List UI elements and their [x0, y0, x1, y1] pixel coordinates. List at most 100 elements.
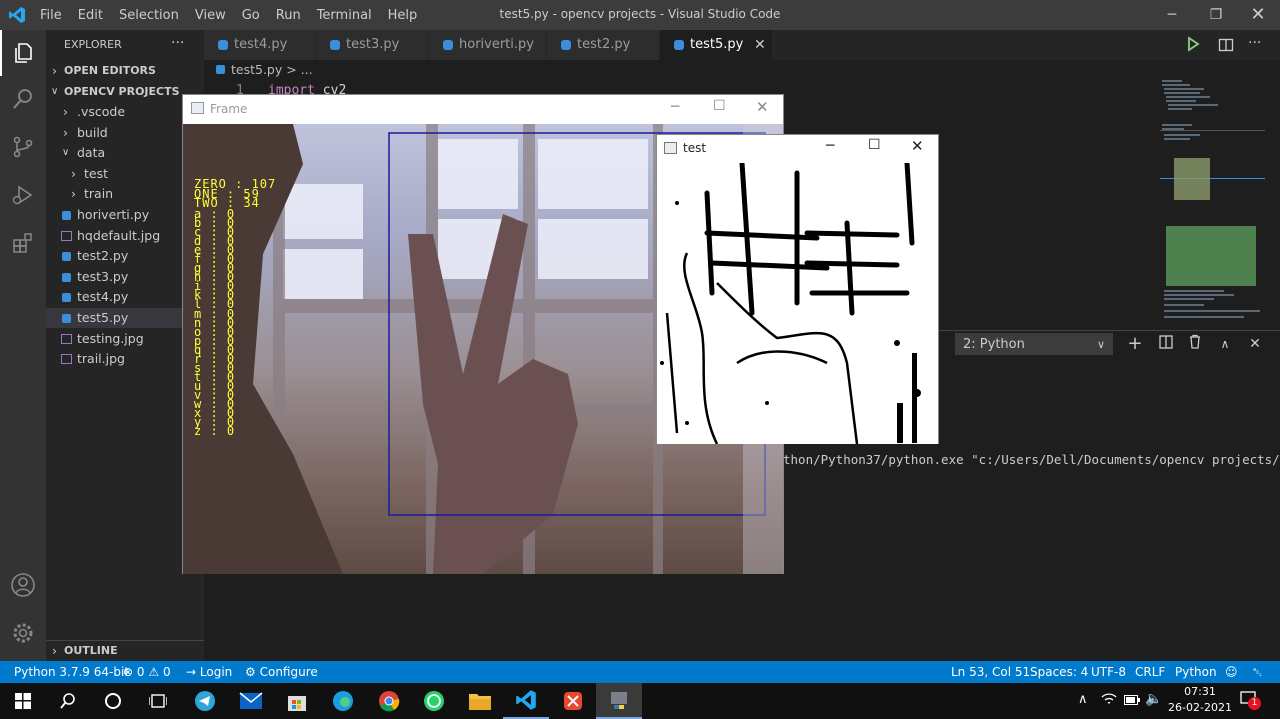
close-button[interactable]: ✕: [911, 137, 924, 155]
feedback-icon[interactable]: ☺: [1225, 661, 1238, 683]
split-editor-icon[interactable]: [1218, 37, 1234, 57]
maximize-panel-chevron-up-icon[interactable]: ∧: [1214, 334, 1236, 354]
window-title: test5.py - opencv projects - Visual Stud…: [499, 7, 781, 21]
snipping-tool-icon[interactable]: [550, 683, 596, 719]
restore-button[interactable]: ❐: [1194, 0, 1238, 30]
source-control-icon[interactable]: [0, 124, 46, 170]
maximize-button[interactable]: ☐: [868, 137, 881, 153]
python-interpreter-status[interactable]: Python 3.7.9 64-bit: [14, 661, 129, 683]
tree-item-horiverti[interactable]: horiverti.py: [46, 205, 204, 225]
show-hidden-icons-chevron-up-icon[interactable]: ∧: [1078, 692, 1088, 707]
minimize-button[interactable]: ─: [826, 138, 834, 154]
clock-date[interactable]: 26-02-2021: [1166, 701, 1234, 714]
search-icon[interactable]: [45, 683, 91, 719]
minimap[interactable]: [1160, 78, 1265, 328]
tree-item-testing[interactable]: testing.jpg: [46, 329, 204, 349]
tab-test3[interactable]: test3.py: [316, 30, 429, 60]
tree-item-vscode[interactable]: › .vscode: [46, 102, 204, 122]
explorer-icon[interactable]: [0, 30, 46, 76]
app-window-icon: [191, 102, 204, 114]
vscode-taskbar-icon[interactable]: [503, 683, 549, 719]
image-file-icon: [61, 354, 72, 364]
chrome-icon[interactable]: [366, 683, 412, 719]
breadcrumb-rest[interactable]: > ...: [286, 62, 312, 77]
more-actions-icon[interactable]: ···: [171, 33, 191, 53]
tree-item-build[interactable]: › build: [46, 123, 204, 143]
language-mode-status[interactable]: Python: [1175, 661, 1217, 683]
python-file-icon: [330, 40, 340, 50]
cortana-icon[interactable]: [90, 683, 136, 719]
encoding-status[interactable]: UTF-8: [1091, 661, 1126, 683]
edge-browser-icon[interactable]: [320, 683, 366, 719]
tab-test5[interactable]: test5.py ✕: [660, 30, 773, 60]
title-bar: File Edit Selection View Go Run Terminal…: [0, 0, 1280, 30]
file-explorer-icon[interactable]: [457, 683, 503, 719]
close-button[interactable]: ✕: [1236, 0, 1280, 30]
tree-item-test2[interactable]: test2.py: [46, 246, 204, 266]
close-tab-icon[interactable]: ✕: [754, 30, 766, 60]
breadcrumb-file[interactable]: test5.py: [231, 62, 282, 77]
tree-item-hqdefault[interactable]: hqdefault.jpg: [46, 226, 204, 246]
python-taskbar-icon[interactable]: [596, 683, 642, 719]
windows-start-icon[interactable]: [0, 683, 46, 719]
run-python-file-icon[interactable]: [1186, 36, 1200, 56]
test-window[interactable]: test ─ ☐ ✕: [656, 134, 939, 444]
search-icon[interactable]: [0, 76, 46, 122]
login-status[interactable]: → Login: [186, 661, 232, 683]
account-icon[interactable]: [0, 562, 46, 608]
wifi-icon[interactable]: [1101, 691, 1117, 711]
tree-item-trail[interactable]: trail.jpg: [46, 349, 204, 369]
close-panel-icon[interactable]: ✕: [1244, 334, 1266, 354]
python-file-icon: [218, 40, 228, 50]
more-actions-icon[interactable]: ···: [1248, 35, 1261, 51]
telegram-icon[interactable]: [182, 683, 228, 719]
whatsapp-icon[interactable]: [411, 683, 457, 719]
close-button[interactable]: ✕: [756, 98, 769, 116]
mail-icon[interactable]: [228, 683, 274, 719]
configure-status[interactable]: ⚙ Configure: [245, 661, 318, 683]
outline-section[interactable]: › OUTLINE: [46, 640, 204, 661]
tree-item-train-folder[interactable]: › train: [46, 184, 204, 204]
tree-item-test5-selected[interactable]: test5.py: [46, 308, 204, 328]
indentation-status[interactable]: Spaces: 4: [1030, 661, 1088, 683]
tree-item-data[interactable]: ∨ data: [46, 143, 204, 163]
tree-item-label: data: [77, 145, 106, 160]
run-debug-icon[interactable]: [0, 172, 46, 218]
tab-horiverti[interactable]: horiverti.py: [429, 30, 547, 60]
maximize-button[interactable]: ☐: [713, 98, 726, 114]
minimize-button[interactable]: ─: [671, 99, 679, 115]
battery-icon[interactable]: [1124, 694, 1140, 709]
tab-label: test2.py: [577, 37, 631, 52]
terminal-select-value: 2: Python: [963, 337, 1025, 352]
problems-status[interactable]: ⊗ 0 ⚠ 0: [123, 661, 171, 683]
settings-gear-icon[interactable]: [0, 610, 46, 656]
frame-titlebar[interactable]: Frame ─ ☐ ✕: [183, 95, 783, 124]
terminal-select[interactable]: 2: Python ∨: [955, 333, 1113, 355]
notifications-bell-icon[interactable]: ␇: [1253, 661, 1263, 683]
minimize-button[interactable]: ─: [1150, 0, 1194, 30]
tree-item-test4[interactable]: test4.py: [46, 287, 204, 307]
new-terminal-icon[interactable]: +: [1124, 334, 1146, 354]
tab-test2[interactable]: test2.py: [547, 30, 660, 60]
tree-item-test3[interactable]: test3.py: [46, 267, 204, 287]
microsoft-store-icon[interactable]: [274, 683, 320, 719]
tab-test4[interactable]: test4.py: [204, 30, 316, 60]
volume-icon[interactable]: 🔈: [1145, 691, 1162, 707]
project-label: OPENCV PROJECTS: [64, 85, 180, 98]
split-terminal-icon[interactable]: [1155, 334, 1177, 354]
project-section[interactable]: ∨ OPENCV PROJECTS: [46, 82, 204, 102]
open-editors-section[interactable]: › OPEN EDITORS: [46, 61, 204, 81]
kill-terminal-trash-icon[interactable]: [1184, 334, 1206, 354]
outline-label: OUTLINE: [64, 644, 118, 657]
extensions-icon[interactable]: [0, 220, 46, 266]
action-center-icon[interactable]: 1: [1240, 690, 1261, 712]
error-count: 0: [136, 665, 145, 679]
eol-status[interactable]: CRLF: [1135, 661, 1165, 683]
clock-time[interactable]: 07:31: [1170, 685, 1230, 698]
tree-item-test-folder[interactable]: › test: [46, 164, 204, 184]
image-file-icon: [61, 334, 72, 344]
task-view-icon[interactable]: [135, 683, 181, 719]
tab-label: test3.py: [346, 37, 400, 52]
cursor-position[interactable]: Ln 53, Col 51: [951, 661, 1030, 683]
test-titlebar[interactable]: test ─ ☐ ✕: [657, 135, 938, 163]
